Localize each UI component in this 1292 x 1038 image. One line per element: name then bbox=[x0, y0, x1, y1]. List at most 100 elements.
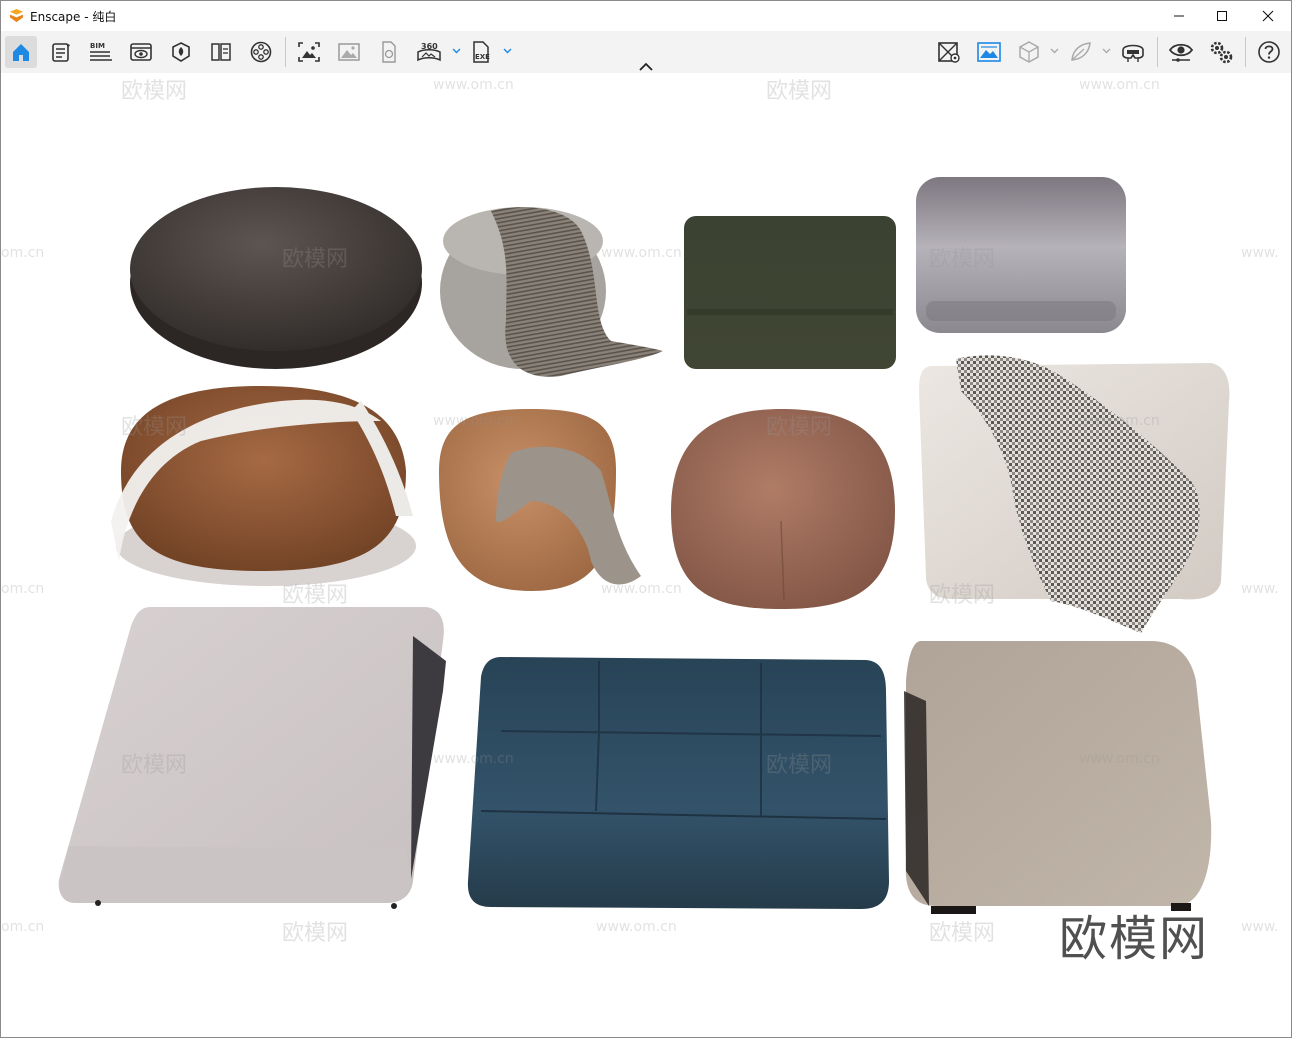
tan-leather-pouf-with-throw bbox=[439, 409, 641, 591]
chevron-down-icon bbox=[1102, 48, 1110, 54]
chevron-down-icon bbox=[1050, 48, 1058, 54]
visual-settings-icon bbox=[1168, 43, 1194, 62]
map-button[interactable] bbox=[933, 36, 965, 68]
panorama-360-button[interactable]: 360 bbox=[413, 36, 445, 68]
green-velvet-ottoman bbox=[684, 216, 896, 369]
panorama-360-icon: 360 bbox=[417, 42, 441, 62]
vr-headset-button[interactable] bbox=[1117, 36, 1149, 68]
batch-render-button[interactable] bbox=[333, 36, 365, 68]
enscape-logo-icon bbox=[9, 8, 24, 23]
watermark-url: www.om.cn bbox=[433, 77, 514, 93]
home-button[interactable] bbox=[5, 36, 37, 68]
chevron-down-icon bbox=[452, 48, 460, 54]
view-icon bbox=[130, 43, 152, 61]
minimize-icon bbox=[1174, 15, 1184, 17]
exe-export-icon: EXE bbox=[473, 41, 490, 63]
exe-label: EXE bbox=[475, 53, 490, 61]
help-icon bbox=[1258, 41, 1280, 63]
watermark-url: www.om.cn bbox=[601, 581, 682, 597]
landscape-button[interactable] bbox=[973, 36, 1005, 68]
bim-label: BIM bbox=[90, 42, 105, 50]
watermark-url: www.om.cn bbox=[433, 413, 514, 429]
window-title: Enscape - 纯白 bbox=[30, 10, 117, 24]
exe-export-button[interactable]: EXE bbox=[465, 36, 497, 68]
cube-icon bbox=[1019, 41, 1039, 63]
render-viewport[interactable]: 欧模网 www.om.cn 欧模网 www.om.cn om.cn 欧模网 ww… bbox=[1, 73, 1291, 1037]
video-editor-button[interactable] bbox=[245, 36, 277, 68]
landscape-icon bbox=[977, 42, 1001, 62]
asset-library-button[interactable] bbox=[205, 36, 237, 68]
watermark: 欧模网 bbox=[121, 79, 188, 104]
bim-icon: BIM bbox=[90, 42, 112, 61]
watermark-url-partial: www. bbox=[1241, 919, 1279, 935]
blue-tufted-leather-ottoman bbox=[467, 657, 889, 909]
app-window: Enscape - 纯白 BIM 360 EXE 欧模网 www.om.cn 欧… bbox=[0, 0, 1292, 1038]
help-button[interactable] bbox=[1253, 36, 1285, 68]
watermark: 欧模网 bbox=[121, 753, 188, 778]
watermark: 欧模网 bbox=[766, 415, 833, 440]
watermark-url: www.om.cn bbox=[1079, 751, 1160, 767]
fabric-pouf-with-throw bbox=[440, 207, 663, 377]
chevron-down-icon bbox=[503, 48, 511, 54]
toolbar-separator bbox=[285, 37, 286, 67]
title-bar: Enscape - 纯白 bbox=[1, 1, 1291, 31]
notes-button[interactable] bbox=[45, 36, 77, 68]
toolbar-separator bbox=[1245, 37, 1246, 67]
watermark-url-partial: om.cn bbox=[1, 581, 45, 597]
watermark-url: www.om.cn bbox=[1079, 413, 1160, 429]
furniture-scene bbox=[58, 177, 1230, 914]
export-dropdown[interactable] bbox=[501, 41, 513, 61]
watermark-url: www.om.cn bbox=[601, 245, 682, 261]
leaf-icon bbox=[1071, 42, 1091, 61]
view-button[interactable] bbox=[125, 36, 157, 68]
watermark: 欧模网 bbox=[766, 753, 833, 778]
panorama-file-icon bbox=[382, 41, 396, 63]
toolbar-separator bbox=[1157, 37, 1158, 67]
bim-button[interactable]: BIM bbox=[85, 36, 117, 68]
watermark-url-partial: www. bbox=[1241, 245, 1279, 261]
big-watermark: 欧模网 bbox=[1059, 911, 1210, 967]
watermark: 欧模网 bbox=[282, 921, 349, 946]
panorama-file-button[interactable] bbox=[373, 36, 405, 68]
collapse-toolbar-icon[interactable] bbox=[637, 61, 655, 73]
watermark-url-partial: www. bbox=[1241, 581, 1279, 597]
vr-headset-icon bbox=[1122, 44, 1144, 62]
watermark-url: www.om.cn bbox=[1079, 77, 1160, 93]
settings-icon bbox=[1210, 41, 1233, 64]
watermark: 欧模网 bbox=[929, 583, 996, 608]
map-icon bbox=[938, 42, 960, 63]
close-icon bbox=[1262, 10, 1274, 22]
cube-dropdown[interactable] bbox=[1048, 41, 1060, 61]
visual-settings-button[interactable] bbox=[1165, 36, 1197, 68]
watermark: 欧模网 bbox=[282, 583, 349, 608]
leaf-button[interactable] bbox=[1065, 36, 1097, 68]
material-button[interactable] bbox=[165, 36, 197, 68]
taupe-fabric-ottoman bbox=[904, 641, 1212, 914]
cube-button[interactable] bbox=[1013, 36, 1045, 68]
watermark: 欧模网 bbox=[121, 415, 188, 440]
watermark: 欧模网 bbox=[929, 247, 996, 272]
watermark-url: www.om.cn bbox=[596, 919, 677, 935]
maximize-icon bbox=[1217, 11, 1227, 21]
minimize-button[interactable] bbox=[1156, 1, 1202, 31]
watermark: 欧模网 bbox=[282, 247, 349, 272]
material-icon bbox=[172, 42, 190, 62]
settings-button[interactable] bbox=[1205, 36, 1237, 68]
maximize-button[interactable] bbox=[1199, 1, 1245, 31]
watermark-url: www.om.cn bbox=[433, 751, 514, 767]
screenshot-icon bbox=[298, 42, 320, 62]
screenshot-button[interactable] bbox=[293, 36, 325, 68]
video-icon bbox=[250, 41, 272, 63]
book-icon bbox=[211, 43, 231, 61]
notes-icon bbox=[52, 43, 70, 62]
watermark: 欧模网 bbox=[766, 79, 833, 104]
watermark-url-partial: om.cn bbox=[1, 245, 45, 261]
round-dark-ottoman bbox=[130, 187, 422, 369]
watermark-url-partial: om.cn bbox=[1, 919, 45, 935]
close-button[interactable] bbox=[1245, 1, 1291, 31]
home-icon bbox=[13, 44, 29, 61]
leaf-dropdown[interactable] bbox=[1100, 41, 1112, 61]
image-icon bbox=[338, 43, 360, 61]
watermark: 欧模网 bbox=[929, 921, 996, 946]
panorama-dropdown[interactable] bbox=[450, 41, 462, 61]
